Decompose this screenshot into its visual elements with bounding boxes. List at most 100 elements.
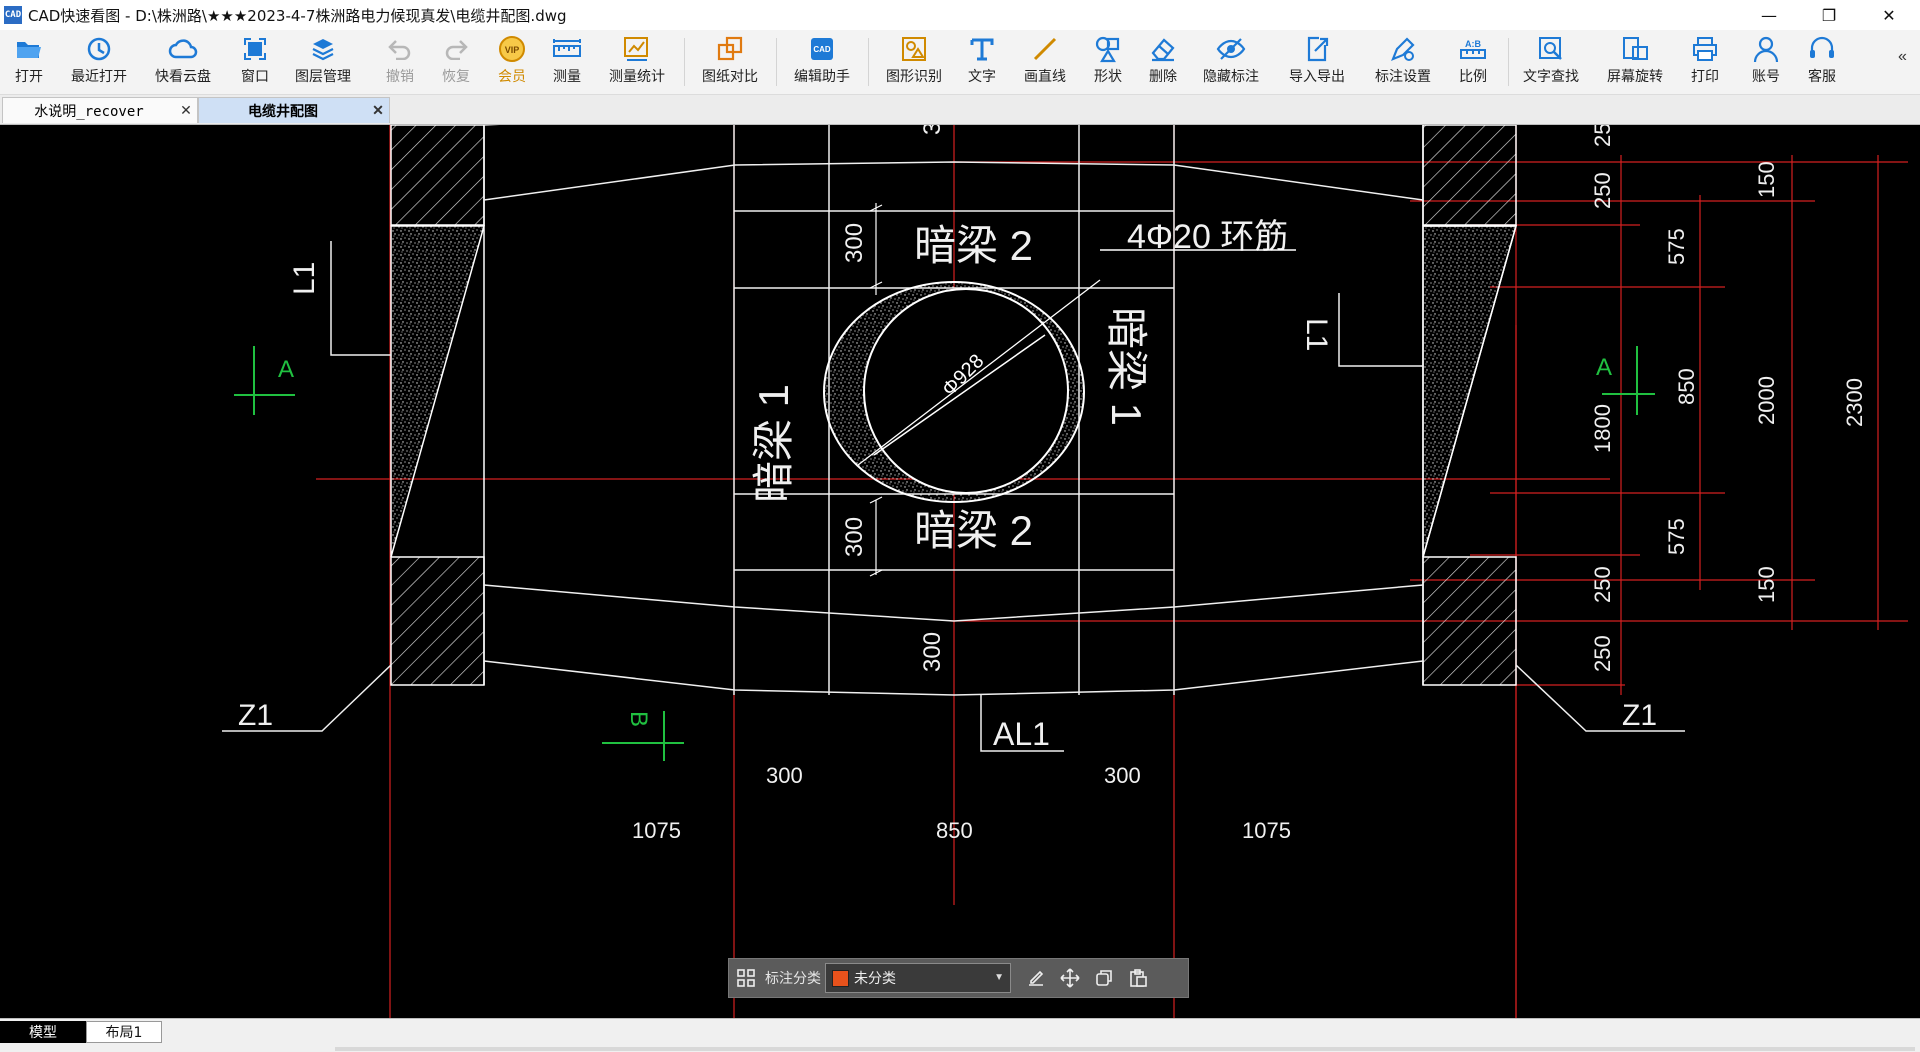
delete-button[interactable]: 删除 (1142, 34, 1184, 90)
draw-line-button[interactable]: 画直线 (1018, 34, 1072, 90)
text-search-button[interactable]: 文字查找 (1518, 34, 1584, 90)
annotation-settings-button[interactable]: 标注设置 (1370, 34, 1436, 90)
rotate-screen-button[interactable]: 屏幕旋转 (1602, 34, 1668, 90)
text-label: 文字 (968, 69, 996, 85)
window-label: 窗口 (241, 69, 269, 85)
category-color-swatch (832, 969, 849, 987)
minimize-button[interactable]: — (1746, 0, 1792, 30)
right-wall (1422, 125, 1517, 686)
scale-button[interactable]: A:B 比例 (1452, 34, 1494, 90)
title-bar: CAD CAD快速看图 - D:\株洲路\★★★2023-4-7株洲路电力候现真… (0, 0, 1920, 30)
headset-icon (1807, 34, 1837, 64)
undo-button[interactable]: 撤销 (379, 34, 421, 90)
account-icon (1751, 34, 1781, 64)
dim-150-2: 150 (1754, 566, 1779, 603)
tab-water-notes[interactable]: 水说明_recover ✕ (2, 97, 198, 123)
account-button[interactable]: 账号 (1745, 34, 1787, 90)
hide-eye-icon (1216, 34, 1246, 64)
annotation-settings-label: 标注设置 (1375, 69, 1431, 85)
shape-recognition-button[interactable]: 图形识别 (881, 34, 947, 90)
tab-label: 电缆井配图 (248, 103, 318, 120)
tab-label: 水说明_recover (34, 103, 144, 120)
import-export-icon (1302, 34, 1332, 64)
edit-assistant-label: 编辑助手 (794, 69, 850, 85)
l1-left-label: L1 (288, 262, 321, 295)
recent-open-button[interactable]: 最近打开 (66, 34, 132, 90)
layers-icon (308, 34, 338, 64)
open-folder-icon (14, 34, 44, 64)
customer-service-button[interactable]: 客服 (1801, 34, 1843, 90)
shape-recognition-icon (899, 34, 929, 64)
text-search-icon (1536, 34, 1566, 64)
cad-drawing-canvas[interactable]: A A B Φ928 暗梁 2 暗梁 2 暗梁 1 暗梁 1 4Φ20 环筋 3… (0, 125, 1920, 1018)
annotation-category-select[interactable]: 未分类 ▼ (825, 963, 1011, 993)
draw-line-label: 画直线 (1024, 69, 1066, 85)
vip-button[interactable]: VIP 会员 (491, 34, 533, 90)
hide-annotations-button[interactable]: 隐藏标注 (1198, 34, 1264, 90)
layer-manager-button[interactable]: 图层管理 (290, 34, 356, 90)
ruler-icon (552, 34, 582, 64)
scale-icon: A:B (1458, 34, 1488, 64)
tab-layout1[interactable]: 布局1 (86, 1021, 162, 1043)
text-button[interactable]: 文字 (961, 34, 1003, 90)
scale-label: 比例 (1459, 69, 1487, 85)
cloud-icon (168, 34, 198, 64)
history-icon (84, 34, 114, 64)
dim-575-1: 575 (1664, 228, 1689, 265)
toolbar-more-icon[interactable]: « (1898, 48, 1907, 66)
cloud-drive-label: 快看云盘 (155, 69, 211, 85)
import-export-button[interactable]: 导入导出 (1284, 34, 1350, 90)
cloud-drive-button[interactable]: 快看云盘 (150, 34, 216, 90)
beam1-left-label: 暗梁 1 (750, 384, 797, 503)
tab-model[interactable]: 模型 (0, 1021, 86, 1043)
rotate-screen-icon (1620, 34, 1650, 64)
shape-recognition-label: 图形识别 (886, 69, 942, 85)
annotation-category-label: 标注分类 (765, 971, 821, 987)
dim-2300: 2300 (1842, 378, 1867, 427)
move-annotation-icon[interactable] (1053, 959, 1087, 997)
measure-stats-icon (622, 34, 652, 64)
layer-manager-label: 图层管理 (295, 69, 351, 85)
al1-label: AL1 (993, 716, 1050, 752)
app-logo-icon: CAD (4, 6, 22, 24)
shapes-button[interactable]: 形状 (1087, 34, 1129, 90)
compare-drawings-button[interactable]: 图纸对比 (697, 34, 763, 90)
edit-assistant-button[interactable]: CAD 编辑助手 (789, 34, 855, 90)
open-button[interactable]: 打开 (8, 34, 50, 90)
tab-close-icon[interactable]: ✕ (367, 102, 389, 119)
horizontal-scrollbar[interactable] (335, 1047, 1915, 1051)
edit-annotation-icon[interactable] (1019, 959, 1053, 997)
paste-annotation-icon[interactable] (1121, 959, 1155, 997)
printer-icon (1690, 34, 1720, 64)
open-label: 打开 (15, 69, 43, 85)
dim-300-lower: 300 (841, 517, 868, 557)
measure-stats-button[interactable]: 测量统计 (604, 34, 670, 90)
customer-service-label: 客服 (1808, 69, 1836, 85)
measure-stats-label: 测量统计 (609, 69, 665, 85)
dim-250-1: 250 (1590, 125, 1615, 147)
compare-icon (715, 34, 745, 64)
print-button[interactable]: 打印 (1684, 34, 1726, 90)
redo-icon (441, 34, 471, 64)
annotation-category-bar: 标注分类 未分类 ▼ (728, 958, 1189, 998)
dim-150-1: 150 (1754, 161, 1779, 198)
dim-bottom-300-left: 300 (766, 763, 803, 788)
grid-menu-icon[interactable] (729, 959, 763, 997)
measure-button[interactable]: 测量 (546, 34, 588, 90)
dim-2000: 2000 (1754, 376, 1779, 425)
redo-button[interactable]: 恢复 (435, 34, 477, 90)
tab-close-icon[interactable]: ✕ (175, 102, 197, 119)
dim-bottom-1075-left: 1075 (632, 818, 681, 843)
cad-drawing: A A B Φ928 暗梁 2 暗梁 2 暗梁 1 暗梁 1 4Φ20 环筋 3… (222, 125, 1908, 1018)
restore-button[interactable]: ❐ (1806, 0, 1852, 30)
window-button[interactable]: 窗口 (234, 34, 276, 90)
dim-250-4: 250 (1590, 635, 1615, 672)
chevron-down-icon: ▼ (994, 972, 1004, 983)
window-icon (240, 34, 270, 64)
dim-bottom-850: 850 (936, 818, 973, 843)
toolbar-separator (776, 38, 777, 86)
close-button[interactable]: ✕ (1866, 0, 1912, 30)
tab-cable-well[interactable]: 电缆井配图 ✕ (198, 97, 390, 123)
dim-300-top: 300 (919, 125, 946, 135)
copy-annotation-icon[interactable] (1087, 959, 1121, 997)
